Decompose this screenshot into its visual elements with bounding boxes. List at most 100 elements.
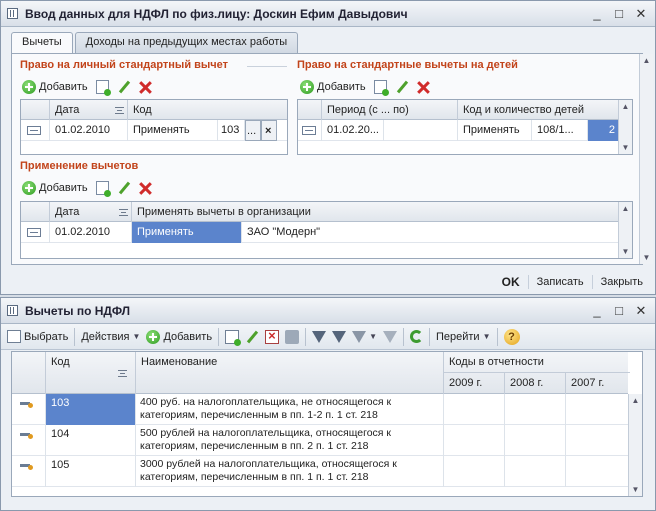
cell-year-2008[interactable] [505,394,566,425]
close-form-button[interactable]: Закрыть [597,274,647,290]
cell-year-2009[interactable] [444,425,505,456]
filter-list-button[interactable]: ▼ [352,327,377,347]
cell-code-value[interactable]: 103 [218,120,245,141]
personal-add-button[interactable]: Добавить [22,77,88,97]
apply-add-button[interactable]: Добавить [22,178,88,198]
add-button[interactable]: Добавить [146,327,212,347]
close-button[interactable]: ✕ [631,5,651,22]
cell-apply-date[interactable]: 01.02.2010 [50,222,132,243]
col-year-2008[interactable]: 2008 г. [505,373,566,394]
scroll-up-icon[interactable]: ▲ [619,100,632,113]
cell-period-start[interactable]: 01.02.20... [322,120,384,141]
cell-year-2009[interactable] [444,456,505,487]
cell-date[interactable]: 01.02.2010 [50,120,128,141]
panel-scrollbar[interactable]: ▲ ▼ [639,54,653,264]
help-button[interactable]: ? [503,327,520,347]
personal-edit-button[interactable] [117,77,131,97]
cell-name[interactable]: 3000 рублей на налогоплательщика, относя… [136,456,444,487]
filter-value-button[interactable] [332,327,347,347]
table-row[interactable]: 105 3000 рублей на налогоплательщика, от… [12,456,628,487]
scrollbar[interactable]: ▲ ▼ [618,100,632,154]
close-button[interactable]: ✕ [631,302,651,319]
cell-year-2009[interactable] [444,394,505,425]
select-button[interactable]: Выбрать [7,327,68,347]
scrollbar[interactable]: ▲ ▼ [618,202,632,258]
select-ellipsis-button[interactable]: ... [245,120,261,141]
apply-copy-button[interactable] [95,178,111,198]
goto-menu-button[interactable]: Перейти ▼ [436,327,491,347]
clear-filter-button[interactable] [382,327,397,347]
ok-button[interactable]: OK [498,273,524,291]
window-titlebar[interactable]: Ввод данных для НДФЛ по физ.лицу: Доскин… [1,1,655,27]
cell-period-end[interactable] [384,120,458,141]
save-record-button[interactable] [285,327,300,347]
scroll-up-icon[interactable]: ▲ [619,202,632,215]
col-year-2007[interactable]: 2007 г. [566,373,630,394]
table-row[interactable]: 103 400 руб. на налогоплательщика, не от… [12,394,628,425]
table-row[interactable]: 01.02.2010 Применять 103 ... × [21,120,287,141]
cell-children-code[interactable]: 108/1... [532,120,588,141]
personal-delete-button[interactable] [139,77,152,97]
children-toolbar: Добавить [300,77,438,97]
apply-delete-button[interactable] [139,178,152,198]
table-row[interactable]: 104 500 рублей на налогоплательщика, отн… [12,425,628,456]
cell-year-2007[interactable] [566,456,630,487]
tab-previous-income[interactable]: Доходы на предыдущих местах работы [74,32,299,53]
col-report-codes[interactable]: Коды в отчетности [444,352,630,373]
filter-button[interactable] [312,327,327,347]
cell-children-action[interactable]: Применять [458,120,532,141]
children-copy-button[interactable] [373,77,389,97]
scroll-up-icon[interactable]: ▲ [629,394,642,407]
col-children-code[interactable]: Код и количество детей [458,100,620,120]
col-code[interactable]: Код [128,100,287,120]
scroll-down-icon[interactable]: ▼ [619,245,632,258]
minimize-button[interactable]: _ [587,5,607,22]
delete-button[interactable] [265,327,280,347]
cell-year-2007[interactable] [566,394,630,425]
add-icon [22,181,36,195]
children-edit-button[interactable] [395,77,409,97]
save-button[interactable]: Записать [533,274,588,290]
maximize-button[interactable]: □ [609,5,629,22]
scrollbar[interactable]: ▲ ▼ [628,394,642,496]
cell-code-action[interactable]: Применять [128,120,218,141]
record-icon [302,126,316,135]
refresh-button[interactable] [409,327,423,347]
col-year-2009[interactable]: 2009 г. [444,373,505,394]
cell-code[interactable]: 103 [46,394,136,425]
children-add-button[interactable]: Добавить [300,77,366,97]
tab-deductions[interactable]: Вычеты [11,32,73,54]
cell-code[interactable]: 105 [46,456,136,487]
actions-menu-button[interactable]: Действия ▼ [81,327,140,347]
col-period[interactable]: Период (с ... по) [322,100,458,120]
window-titlebar[interactable]: Вычеты по НДФЛ _ □ ✕ [1,298,655,324]
ndfl-deductions-window: Вычеты по НДФЛ _ □ ✕ Выбрать Действия ▼ … [0,297,656,511]
minimize-button[interactable]: _ [587,302,607,319]
scroll-down-icon[interactable]: ▼ [629,483,642,496]
apply-edit-button[interactable] [117,178,131,198]
children-grid: Период (с ... по) Код и количество детей… [297,99,633,155]
cell-year-2008[interactable] [505,456,566,487]
children-delete-button[interactable] [417,77,430,97]
cell-name[interactable]: 400 руб. на налогоплательщика, не относя… [136,394,444,425]
table-row[interactable]: 01.02.2010 Применять ЗАО "Модерн" [21,222,618,243]
cell-children-count[interactable]: 2 [588,120,620,141]
cell-apply-action[interactable]: Применять [132,222,242,243]
copy-button[interactable] [225,327,242,347]
clear-button[interactable]: × [261,120,277,141]
cell-year-2007[interactable] [566,425,630,456]
scroll-down-icon[interactable]: ▼ [619,141,632,154]
col-name[interactable]: Наименование [136,352,444,394]
cell-name[interactable]: 500 рублей на налогоплательщика, относящ… [136,425,444,456]
cell-year-2008[interactable] [505,425,566,456]
table-row[interactable]: 01.02.20... Применять 108/1... 2 [298,120,620,141]
scroll-up-icon[interactable]: ▲ [640,54,653,67]
maximize-button[interactable]: □ [609,302,629,319]
edit-button[interactable] [245,327,259,347]
cell-apply-org[interactable]: ЗАО "Модерн" [242,222,620,243]
cell-code[interactable]: 104 [46,425,136,456]
scroll-down-icon[interactable]: ▼ [640,251,653,264]
personal-copy-button[interactable] [95,77,111,97]
col-apply-org[interactable]: Применять вычеты в организации [132,202,620,222]
filter-icon [312,330,327,343]
